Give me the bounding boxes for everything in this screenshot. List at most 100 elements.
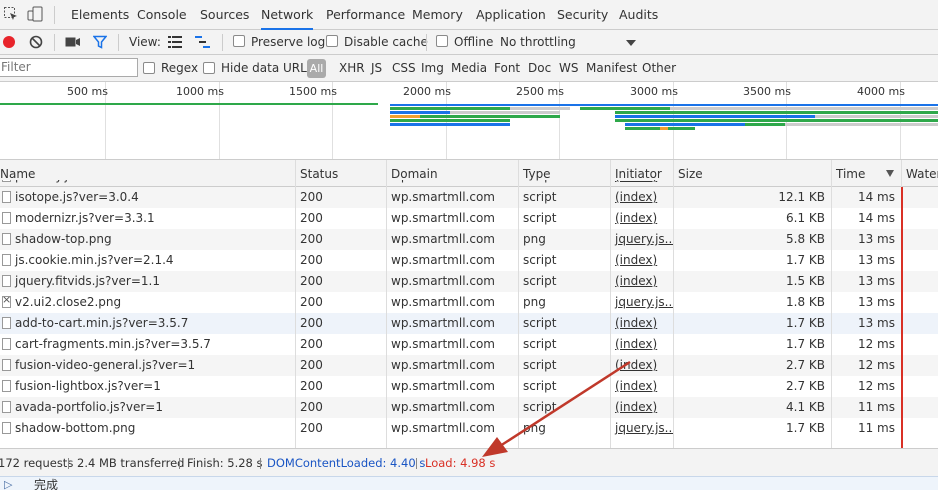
network-summary-bar: 172 requests 2.4 MB transferred Finish: … [0,448,938,476]
capture-screenshots-icon[interactable] [65,36,81,48]
filter-type-css[interactable]: CSS [392,61,416,76]
toolbar-separator [118,34,119,51]
status-page-icon: ▷ [4,478,13,490]
filter-type-xhr[interactable]: XHR [339,61,365,76]
cell-domain: wp.smartmll.com [391,211,495,225]
table-row[interactable]: modernizr.js?ver=3.3.1 200 wp.smartmll.com… [0,208,938,229]
cell-initiator[interactable]: (index) [611,355,673,376]
table-row[interactable]: v2.ui2.close2.png 200 wp.smartmll.com png jq… [0,292,938,313]
filter-type-img[interactable]: Img [421,61,444,76]
tab-security[interactable]: Security [557,0,608,30]
table-row[interactable]: cart-fragments.min.js?ver=3.5.7 200 wp.sma… [0,334,938,355]
cell-domain: wp.smartmll.com [391,421,495,435]
table-row[interactable]: fusion-video-general.js?ver=1 200 wp.smart… [0,355,938,376]
disable-cache-checkbox[interactable] [326,35,338,47]
filter-type-media[interactable]: Media [451,61,487,76]
overview-tick-label: 3500 ms [743,85,791,98]
filter-input[interactable]: Filter [0,58,138,77]
cell-initiator[interactable]: (index) [611,187,673,208]
cell-initiator[interactable]: jquery.js... [611,292,673,313]
inspect-element-icon[interactable] [3,6,19,22]
filter-type-js[interactable]: JS [371,61,382,76]
cell-initiator[interactable]: (index) [611,208,673,229]
cell-status: 200 [300,379,323,393]
cell-name: avada-portfolio.js?ver=1 [15,400,163,414]
chevron-down-icon[interactable] [626,40,636,46]
file-icon [2,191,11,203]
cell-type: png [523,421,546,435]
cell-name: v2.ui2.close2.png [15,295,122,309]
cell-domain: wp.smartmll.com [391,253,495,267]
cell-name: packery.js?ver=2.0.0 [11,180,295,187]
regex-checkbox[interactable] [143,62,155,74]
table-row[interactable]: avada-portfolio.js?ver=1 200 wp.smartmll.c… [0,397,938,418]
network-overview[interactable]: 500 ms 1000 ms 1500 ms 2000 ms 2500 ms 3… [0,82,938,160]
cell-size: 2.7 KB [786,379,825,393]
tab-performance[interactable]: Performance [326,0,405,30]
file-icon [2,401,11,413]
file-icon [2,275,11,287]
status-separator [179,458,180,469]
cell-domain: wp.smartmll.com [391,232,495,246]
cell-initiator[interactable]: jquery.js... [611,229,673,250]
overview-tick-label: 1000 ms [176,85,224,98]
table-row[interactable]: add-to-cart.min.js?ver=3.5.7 200 wp.smartm… [0,313,938,334]
toolbar-separator [222,34,223,51]
cell-type: script [523,253,557,267]
cell-size: 1.7 KB [786,316,825,330]
hide-data-urls-checkbox[interactable] [203,62,215,74]
cell-time: 11 ms [857,400,895,414]
table-row[interactable]: isotope.js?ver=3.0.4 200 wp.smartmll.com sc… [0,187,938,208]
cell-initiator[interactable]: (index) [611,397,673,418]
table-row[interactable]: js.cookie.min.js?ver=2.1.4 200 wp.smartmll… [0,250,938,271]
filter-type-font[interactable]: Font [494,61,520,76]
file-icon [2,359,11,371]
tab-sources[interactable]: Sources [200,0,249,30]
tab-elements[interactable]: Elements [71,0,129,30]
filter-type-ws[interactable]: WS [559,61,578,76]
cell-time: 13 ms [857,253,895,267]
cell-initiator[interactable]: (index) [611,250,673,271]
table-row[interactable]: fusion-lightbox.js?ver=1 200 wp.smartmll.c… [0,376,938,397]
filter-type-doc[interactable]: Doc [528,61,551,76]
offline-checkbox[interactable] [436,35,448,47]
table-row[interactable]: shadow-bottom.png 200 wp.smartmll.com png jq… [0,418,938,439]
filter-type-all[interactable]: All [307,59,326,78]
filter-icon[interactable] [93,35,107,49]
cell-initiator[interactable]: (index) [611,376,673,397]
cell-domain: wp.smartmll.com [391,337,495,351]
cell-type: script [523,337,557,351]
file-icon [2,380,11,392]
large-rows-icon[interactable] [168,36,182,48]
preserve-log-checkbox[interactable] [233,35,245,47]
tab-console[interactable]: Console [137,0,187,30]
table-row[interactable]: packery.js?ver=2.0.0200wp.smartmll.comsc… [0,180,938,187]
table-row[interactable]: jquery.fitvids.js?ver=1.1 200 wp.smartmll.… [0,271,938,292]
overview-waterfall-icon[interactable] [195,36,211,48]
table-row[interactable]: shadow-top.png 200 wp.smartmll.com png jquer… [0,229,938,250]
record-icon[interactable] [2,35,16,49]
cell-initiator[interactable]: (index) [611,271,673,292]
cell-time: 12 ms [857,337,895,351]
cell-size: 1.8 KB [786,295,825,309]
cell-initiator[interactable]: (index) [611,180,673,187]
dom-content-loaded-time: DOMContentLoaded: 4.40 s [267,456,426,470]
cell-initiator[interactable]: (index) [611,313,673,334]
cell-size: 1.5 KB [786,274,825,288]
clear-icon[interactable] [29,35,43,49]
cell-time: 12 ms [857,358,895,372]
throttling-select[interactable]: No throttling [500,34,576,51]
tab-memory[interactable]: Memory [412,0,463,30]
tab-application[interactable]: Application [476,0,546,30]
cell-initiator[interactable]: jquery.js... [611,418,673,439]
file-icon [2,338,11,350]
cell-initiator[interactable]: (index) [611,334,673,355]
filter-type-manifest[interactable]: Manifest [586,61,637,76]
cell-status: 200 [296,180,386,187]
tab-audits[interactable]: Audits [619,0,658,30]
device-toolbar-icon[interactable] [27,6,43,22]
tab-network[interactable]: Network [261,0,314,30]
view-label: View: [129,35,161,49]
cell-size: 5.4 KB [674,180,831,187]
filter-type-other[interactable]: Other [642,61,676,76]
